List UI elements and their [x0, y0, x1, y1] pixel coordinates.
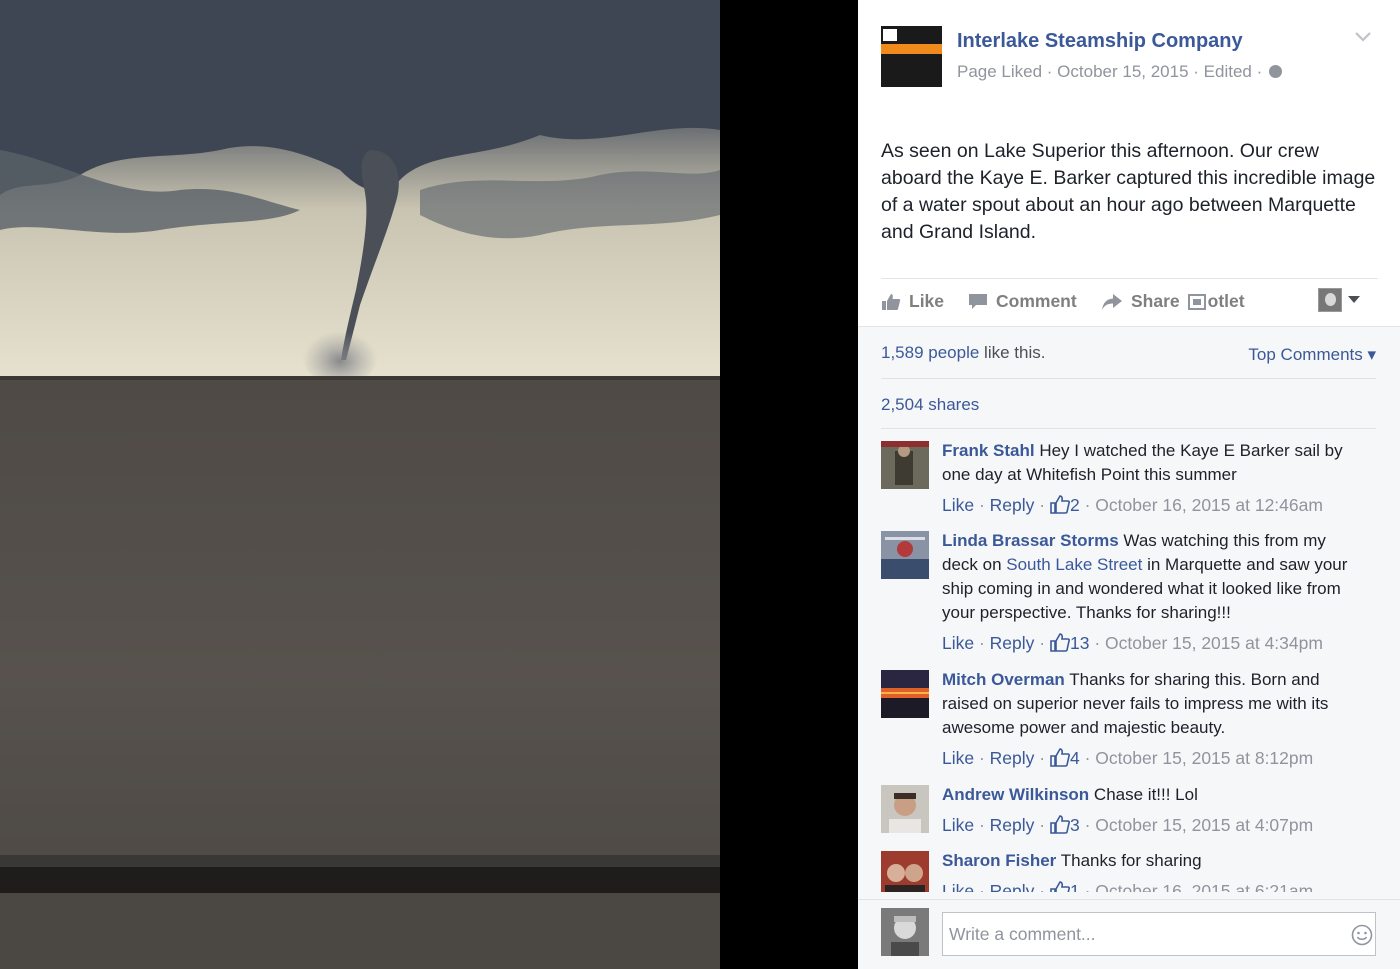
comment-text: Chase it!!! Lol: [1089, 785, 1198, 804]
avatar-stripe: [881, 44, 942, 54]
like-thumb-icon: [1050, 748, 1070, 767]
comment-bubble-icon: [969, 293, 987, 309]
comment-list[interactable]: Frank Stahl Hey I watched the Kaye E Bar…: [881, 439, 1381, 892]
comment-body: Andrew Wilkinson Chase it!!! Lol: [942, 783, 1362, 807]
post-sidebar: Interlake Steamship Company Page Liked ·…: [858, 0, 1400, 969]
comment-actions: Like · Reply · 13 · October 15, 2015 at …: [942, 633, 1323, 653]
extension-button[interactable]: otlet: [1187, 291, 1245, 312]
like-thumb-icon: [1050, 815, 1070, 834]
like-thumb-icon: [1050, 881, 1070, 892]
likes-summary: 1,589 people like this. Top Comments ▾: [881, 343, 1376, 379]
post-photo[interactable]: [0, 0, 720, 969]
comment-timestamp[interactable]: October 16, 2015 at 6:21am: [1095, 881, 1313, 892]
comment-actions: Like · Reply · 2 · October 16, 2015 at 1…: [942, 495, 1323, 515]
avatar[interactable]: [881, 670, 929, 718]
comment-reply-button[interactable]: Reply: [990, 815, 1035, 835]
extension-icon: [1187, 293, 1206, 310]
comment-author[interactable]: Sharon Fisher: [942, 851, 1056, 870]
comment-author[interactable]: Frank Stahl: [942, 441, 1035, 460]
post-meta-text: Page Liked · October 15, 2015 · Edited ·: [957, 62, 1263, 81]
avatar[interactable]: [881, 531, 929, 579]
comment-body: Linda Brassar Storms Was watching this f…: [942, 529, 1362, 625]
comment-like-button[interactable]: Like: [942, 633, 974, 653]
comment-label: Comment: [996, 291, 1077, 311]
location-link[interactable]: South Lake Street: [1006, 555, 1142, 574]
page-name-link[interactable]: Interlake Steamship Company: [957, 30, 1243, 53]
comment-composer: [858, 899, 1400, 969]
comment-author[interactable]: Mitch Overman: [942, 670, 1065, 689]
viewer-avatar: [1318, 288, 1342, 312]
caret-down-icon: [1348, 296, 1360, 303]
avatar[interactable]: [881, 785, 929, 833]
post-meta: Page Liked · October 15, 2015 · Edited ·: [957, 62, 1282, 82]
comment-actions: Like · Reply · 4 · October 15, 2015 at 8…: [942, 748, 1314, 768]
post-text: As seen on Lake Superior this afternoon.…: [881, 140, 1376, 243]
emoji-icon[interactable]: [1351, 924, 1373, 946]
comment-like-button[interactable]: Like: [942, 495, 974, 515]
comment-reply-button[interactable]: Reply: [990, 633, 1035, 653]
likes-count-link[interactable]: 1,589 people: [881, 343, 979, 362]
comment-author[interactable]: Andrew Wilkinson: [942, 785, 1089, 804]
like-thumb-icon: [882, 293, 901, 310]
likes-text: like this.: [979, 343, 1046, 362]
waterspout-photo: [0, 0, 720, 969]
globe-icon: [1268, 65, 1282, 78]
avatar-corner: [883, 29, 897, 41]
comment-reply-button[interactable]: Reply: [990, 881, 1035, 892]
comment-like-button[interactable]: Like: [942, 748, 974, 768]
comment-like-count[interactable]: 3: [1070, 815, 1080, 835]
share-label: Share: [1131, 291, 1180, 311]
like-thumb-icon: [1050, 633, 1070, 652]
comment-text: Thanks for sharing: [1056, 851, 1202, 870]
comment-author[interactable]: Linda Brassar Storms: [942, 531, 1119, 550]
comment-timestamp[interactable]: October 15, 2015 at 4:07pm: [1095, 815, 1313, 835]
post-action-bar: Like Comment Share otlet: [881, 278, 1378, 326]
comment-input[interactable]: [942, 912, 1376, 956]
comment-like-button[interactable]: Like: [942, 815, 974, 835]
comment-timestamp[interactable]: October 16, 2015 at 12:46am: [1095, 495, 1323, 515]
extension-label: otlet: [1207, 291, 1245, 311]
comment-body: Mitch Overman Thanks for sharing this. B…: [942, 668, 1362, 740]
share-button[interactable]: Share otlet: [1101, 291, 1245, 312]
page-avatar[interactable]: [881, 26, 942, 87]
comment-actions: Like · Reply · 3 · October 15, 2015 at 4…: [942, 815, 1314, 835]
photo-letterbox: [720, 0, 858, 969]
like-button[interactable]: Like: [881, 291, 944, 312]
comment-like-count[interactable]: 1: [1070, 881, 1080, 892]
like-label: Like: [909, 291, 945, 311]
like-thumb-icon: [1050, 495, 1070, 514]
comment-like-count[interactable]: 2: [1070, 495, 1080, 515]
comment-timestamp[interactable]: October 15, 2015 at 4:34pm: [1105, 633, 1323, 653]
avatar[interactable]: [881, 851, 929, 892]
comment-body: Frank Stahl Hey I watched the Kaye E Bar…: [942, 439, 1362, 487]
avatar: [881, 908, 929, 956]
comment-reply-button[interactable]: Reply: [990, 495, 1035, 515]
comment-actions: Like · Reply · 1 · October 16, 2015 at 6…: [942, 881, 1313, 892]
comment-like-count[interactable]: 4: [1070, 748, 1080, 768]
comment-timestamp[interactable]: October 15, 2015 at 8:12pm: [1095, 748, 1313, 768]
top-comments-selector[interactable]: Top Comments ▾: [1248, 345, 1376, 365]
share-arrow-icon: [1102, 293, 1122, 310]
comment-like-count[interactable]: 13: [1070, 633, 1089, 653]
shares-summary: 2,504 shares: [881, 379, 1376, 429]
chevron-down-icon[interactable]: [1354, 30, 1372, 44]
avatar[interactable]: [881, 441, 929, 489]
comment-reply-button[interactable]: Reply: [990, 748, 1035, 768]
comment-like-button[interactable]: Like: [942, 881, 974, 892]
comment-body: Sharon Fisher Thanks for sharing: [942, 849, 1362, 873]
comment-button[interactable]: Comment: [968, 291, 1077, 312]
post-header: Interlake Steamship Company Page Liked ·…: [881, 22, 1381, 92]
feedback-section: 1,589 people like this. Top Comments ▾ 2…: [858, 326, 1400, 969]
shares-count-link[interactable]: 2,504 shares: [881, 395, 979, 415]
post-as-selector[interactable]: [1318, 288, 1360, 312]
